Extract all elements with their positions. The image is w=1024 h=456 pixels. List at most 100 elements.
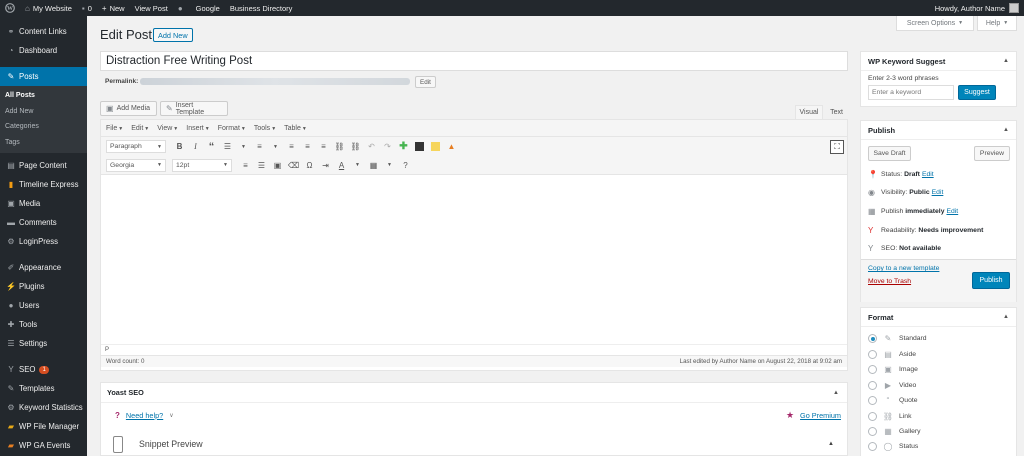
publish-header[interactable]: Publish ▲ — [861, 121, 1016, 140]
radio-gallery[interactable] — [868, 427, 877, 436]
sidebar-item-content-links[interactable]: ⚭ Content Links — [0, 22, 87, 41]
submenu-all-posts[interactable]: All Posts — [0, 88, 87, 104]
permalink-edit-button[interactable]: Edit — [415, 76, 436, 88]
menu-edit[interactable]: Edit▼ — [131, 125, 149, 132]
sidebar-item-wp-file-manager[interactable]: ▰ WP File Manager — [0, 417, 87, 436]
need-help-link[interactable]: Need help? — [126, 411, 163, 420]
editor-content-area[interactable] — [101, 175, 847, 344]
add-new-button[interactable]: Add New — [153, 28, 193, 42]
numbered-list-icon[interactable]: ≡ — [252, 139, 267, 154]
submenu-tags[interactable]: Tags — [0, 135, 87, 151]
submenu-add-new[interactable]: Add New — [0, 104, 87, 120]
copy-template-link[interactable]: Copy to a new template — [868, 265, 939, 272]
flask-icon[interactable]: ▲ — [444, 139, 459, 154]
caret-down-icon[interactable]: ▼ — [350, 158, 365, 173]
screen-options-tab[interactable]: Screen Options ▼ — [896, 16, 974, 31]
sidebar-item-dashboard[interactable]: ◔ Dashboard — [0, 41, 87, 60]
permalink-url[interactable] — [140, 78, 411, 85]
align-center-icon[interactable]: ≡ — [300, 139, 315, 154]
format-option-aside[interactable]: ▤ Aside — [868, 350, 916, 359]
sidebar-item-loginpress[interactable]: ⚙ LoginPress — [0, 232, 87, 251]
menu-table[interactable]: Table▼ — [284, 125, 307, 132]
horizontal-line-icon[interactable]: ≡ — [238, 158, 253, 173]
sidebar-item-page-content[interactable]: ▤ Page Content — [0, 156, 87, 175]
save-draft-button[interactable]: Save Draft — [868, 146, 911, 161]
undo-icon[interactable]: ↶ — [364, 139, 379, 154]
note-icon[interactable] — [428, 139, 443, 154]
business-directory-link[interactable]: Business Directory — [225, 0, 298, 16]
format-option-video[interactable]: ▶ Video — [868, 381, 916, 390]
new-content-link[interactable]: + New — [97, 0, 130, 16]
comments-link[interactable]: ▪ 0 — [77, 0, 97, 16]
format-option-status[interactable]: ◯ Status — [868, 442, 918, 451]
help-tab[interactable]: Help ▼ — [977, 16, 1017, 31]
bullet-list-icon[interactable]: ☰ — [220, 139, 235, 154]
insert-template-button[interactable]: ✎ Insert Template — [160, 101, 228, 116]
format-select[interactable]: Paragraph ▼ — [106, 140, 166, 153]
post-title-input[interactable]: Distraction Free Writing Post — [100, 51, 848, 71]
go-premium-link[interactable]: Go Premium — [800, 411, 841, 420]
sidebar-item-wp-ga-events[interactable]: ▰ WP GA Events — [0, 436, 87, 455]
add-media-button[interactable]: ▣ Add Media — [100, 101, 157, 116]
radio-standard[interactable] — [868, 334, 877, 343]
preview-button[interactable]: Preview — [974, 146, 1010, 161]
align-right-icon[interactable]: ≡ — [316, 139, 331, 154]
radio-link[interactable] — [868, 412, 877, 421]
caret-down-icon[interactable]: ▼ — [268, 139, 283, 154]
radio-quote[interactable] — [868, 396, 877, 405]
link-icon[interactable]: ⛓ — [332, 139, 347, 154]
dark-square-icon[interactable] — [412, 139, 427, 154]
bold-icon[interactable]: B — [172, 139, 187, 154]
indent-icon[interactable]: ⇥ — [318, 158, 333, 173]
caret-down-icon[interactable]: ▼ — [382, 158, 397, 173]
menu-format[interactable]: Format▼ — [218, 125, 246, 132]
add-plus-icon[interactable]: ✚ — [396, 139, 411, 154]
yoast-adminbar-link[interactable]: ● — [173, 0, 191, 16]
suggest-button[interactable]: Suggest — [958, 85, 996, 100]
radio-video[interactable] — [868, 381, 877, 390]
italic-icon[interactable]: I — [188, 139, 203, 154]
format-option-link[interactable]: ⛓ Link — [868, 412, 911, 421]
text-color-icon[interactable]: A — [334, 158, 349, 173]
sidebar-item-plugins[interactable]: ⚡ Plugins — [0, 277, 87, 296]
snippet-preview-header[interactable]: Snippet Preview ▲ — [113, 433, 840, 455]
special-character-icon[interactable]: Ω — [302, 158, 317, 173]
format-option-gallery[interactable]: ▦ Gallery — [868, 427, 921, 436]
view-post-link[interactable]: View Post — [130, 0, 173, 16]
sidebar-item-keyword-statistics[interactable]: ⚙ Keyword Statistics — [0, 398, 87, 417]
table-icon[interactable]: ▦ — [366, 158, 381, 173]
radio-image[interactable] — [868, 365, 877, 374]
unlink-icon[interactable]: ⛓ — [348, 139, 363, 154]
sidebar-item-settings[interactable]: ☰ Settings — [0, 334, 87, 353]
site-name-link[interactable]: ⌂ My Website — [20, 0, 77, 16]
sidebar-item-timeline-express[interactable]: ▮ Timeline Express — [0, 175, 87, 194]
caret-down-icon[interactable]: ▼ — [236, 139, 251, 154]
yoast-header[interactable]: Yoast SEO ▲ — [101, 383, 847, 403]
google-link[interactable]: Google — [191, 0, 225, 16]
radio-aside[interactable] — [868, 350, 877, 359]
move-to-trash-link[interactable]: Move to Trash — [868, 278, 911, 285]
sidebar-item-templates[interactable]: ✎ Templates — [0, 379, 87, 398]
sidebar-item-appearance[interactable]: ✐ Appearance — [0, 258, 87, 277]
sidebar-item-comments[interactable]: ▬ Comments — [0, 213, 87, 232]
keyword-suggest-header[interactable]: WP Keyword Suggest ▲ — [861, 52, 1016, 71]
account-menu[interactable]: Howdy, Author Name — [930, 0, 1024, 16]
sidebar-item-tools[interactable]: ✚ Tools — [0, 315, 87, 334]
redo-icon[interactable]: ↷ — [380, 139, 395, 154]
sidebar-item-media[interactable]: ▣ Media — [0, 194, 87, 213]
help-icon[interactable]: ? — [398, 158, 413, 173]
blockquote-icon[interactable]: “ — [204, 139, 219, 154]
format-option-standard[interactable]: ✎ Standard — [868, 334, 927, 343]
chevron-down-icon[interactable]: ∨ — [169, 412, 173, 419]
sidebar-item-users[interactable]: ● Users — [0, 296, 87, 315]
visibility-edit-link[interactable]: Edit — [932, 189, 944, 196]
wordpress-logo-icon[interactable]: W — [0, 0, 20, 16]
menu-file[interactable]: File▼ — [106, 125, 123, 132]
menu-view[interactable]: View▼ — [157, 125, 178, 132]
format-header[interactable]: Format ▲ — [861, 308, 1016, 327]
font-size-select[interactable]: 12pt ▼ — [172, 158, 232, 172]
distraction-free-icon[interactable]: ⛶ — [830, 140, 844, 154]
justify-icon[interactable]: ☰ — [254, 158, 269, 173]
status-edit-link[interactable]: Edit — [922, 171, 934, 178]
font-family-select[interactable]: Georgia ▼ — [106, 158, 166, 172]
